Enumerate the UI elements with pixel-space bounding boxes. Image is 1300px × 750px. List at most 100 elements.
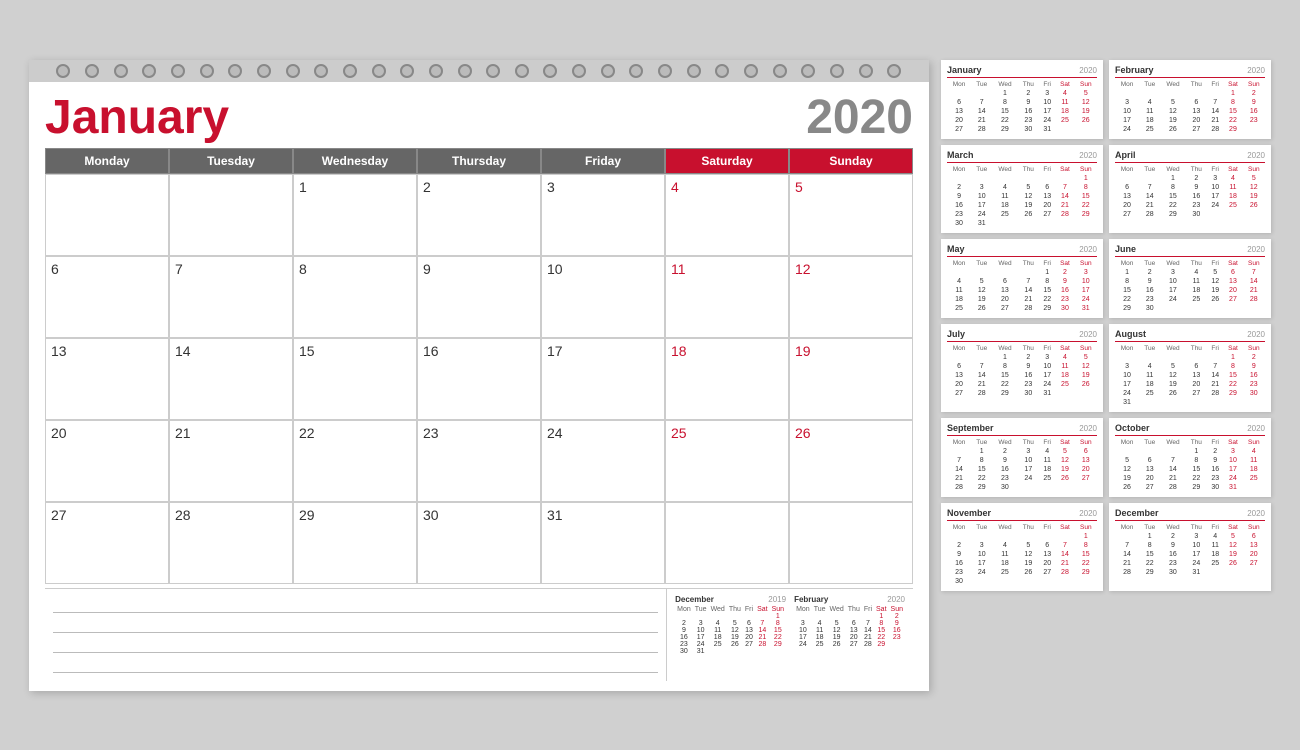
mini-day: 26 (1207, 295, 1223, 304)
mini-day: 17 (1039, 371, 1055, 380)
mini-day: 10 (1185, 541, 1207, 550)
mini-day: 17 (1115, 116, 1139, 125)
day-header-friday: Friday (541, 148, 665, 174)
spiral-loop (458, 64, 472, 78)
spiral-loop (257, 64, 271, 78)
mini-th: Mon (1115, 344, 1139, 353)
mini-day (1039, 577, 1055, 586)
mini-day: 20 (992, 295, 1017, 304)
mini-day: 25 (812, 641, 828, 648)
mini-day: 29 (770, 641, 786, 648)
note-line (53, 615, 658, 633)
mini-day: 13 (1115, 192, 1139, 201)
mini-day (1055, 577, 1074, 586)
mini-day: 4 (1139, 362, 1160, 371)
mini-day: 22 (1160, 201, 1185, 210)
mini-day: 23 (1207, 474, 1223, 483)
mini-th: Wed (1160, 259, 1185, 268)
mini-day: 16 (1055, 286, 1074, 295)
mini-day: 10 (971, 550, 992, 559)
mini-day: 31 (693, 648, 709, 655)
mini-day (1055, 389, 1074, 398)
mini-day: 28 (1160, 483, 1185, 492)
mini-day: 3 (693, 620, 709, 627)
spiral-binding (29, 60, 929, 82)
mini-day: 24 (1017, 474, 1039, 483)
cal-cell: 18 (665, 338, 789, 420)
cal-cell (45, 174, 169, 256)
mini-day: 29 (1185, 483, 1207, 492)
mini-day: 6 (743, 620, 755, 627)
mini-th: Mon (1115, 438, 1139, 447)
mini-day: 9 (992, 456, 1017, 465)
mini-day (755, 648, 770, 655)
day-number: 2 (423, 179, 431, 195)
mini-day: 22 (874, 634, 889, 641)
mini-month-name: June (1115, 244, 1136, 254)
day-number: 14 (175, 343, 191, 359)
mini-day: 21 (1055, 201, 1074, 210)
mini-day: 13 (1039, 192, 1055, 201)
mini-day: 7 (947, 456, 971, 465)
mini-day: 30 (1243, 389, 1265, 398)
mini-day: 11 (1207, 541, 1223, 550)
mini-day: 18 (1055, 107, 1074, 116)
mini-day (1160, 398, 1185, 407)
day-number: 13 (51, 343, 67, 359)
mini-day: 7 (1207, 362, 1223, 371)
mini-month-year: 2020 (1247, 330, 1265, 339)
mini-day: 14 (1115, 550, 1139, 559)
mini-day: 13 (743, 627, 755, 634)
mini-day: 7 (1115, 541, 1139, 550)
mini-day (693, 613, 709, 620)
mini-day (971, 532, 992, 541)
mini-th: Sun (1075, 344, 1097, 353)
cal-cell: 27 (45, 502, 169, 584)
mini-month-name: July (947, 329, 965, 339)
mini-day: 5 (971, 277, 992, 286)
mini-th: Thu (1017, 438, 1039, 447)
mini-day: 27 (1185, 125, 1207, 134)
mini-day: 20 (947, 380, 971, 389)
mini-th: Thu (1185, 80, 1207, 89)
mini-day: 13 (992, 286, 1017, 295)
mini-day: 22 (1115, 295, 1139, 304)
mini-day: 8 (1075, 541, 1097, 550)
mini-day: 28 (1115, 568, 1139, 577)
mini-day: 20 (1075, 465, 1097, 474)
mini-th: Mon (1115, 259, 1139, 268)
mini-day: 26 (1075, 380, 1097, 389)
mini-day: 24 (794, 641, 812, 648)
mini-day: 21 (1207, 380, 1223, 389)
mini-th: Fri (1039, 438, 1055, 447)
mini-day: 9 (1055, 277, 1074, 286)
mini-day: 22 (971, 474, 992, 483)
mini-day: 7 (862, 620, 874, 627)
spiral-loop (56, 64, 70, 78)
mini-day: 3 (1160, 268, 1185, 277)
mini-day: 8 (1185, 456, 1207, 465)
mini-day: 29 (874, 641, 889, 648)
mini-day: 29 (1139, 568, 1160, 577)
mini-month-year: 2020 (1079, 330, 1097, 339)
mini-day: 15 (1039, 286, 1055, 295)
mini-day: 19 (1160, 380, 1185, 389)
mini-day: 11 (1039, 456, 1055, 465)
mini-day (1075, 125, 1097, 134)
day-header-thursday: Thursday (417, 148, 541, 174)
mini-day: 19 (1075, 107, 1097, 116)
cal-cell: 15 (293, 338, 417, 420)
mini-th: Sun (1243, 259, 1265, 268)
mini-day: 10 (1207, 183, 1223, 192)
spiral-loop (629, 64, 643, 78)
mini-day: 25 (992, 568, 1017, 577)
mini-day: 25 (1055, 380, 1074, 389)
mini-th: Tue (1139, 523, 1160, 532)
day-number: 7 (175, 261, 183, 277)
mini-day: 11 (1185, 277, 1207, 286)
mini-day (862, 613, 874, 620)
mini-day (1223, 304, 1242, 313)
mini-day: 10 (1039, 98, 1055, 107)
mini-day: 3 (1075, 268, 1097, 277)
mini-day (1115, 89, 1139, 98)
